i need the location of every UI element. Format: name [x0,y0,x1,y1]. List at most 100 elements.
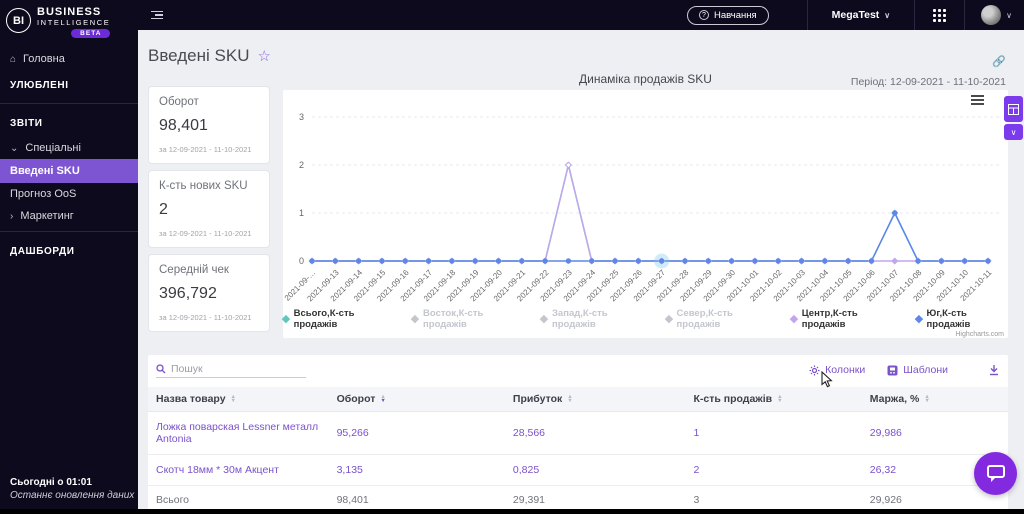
share-link-icon[interactable]: 🔗 [992,56,1006,68]
legend-item[interactable]: Всього,К-сть продажів [281,308,394,330]
legend-item[interactable]: Север,К-сть продажів [664,308,773,330]
sku-table-panel: Колонки Шаблони [148,355,1008,514]
chart-table-view-button[interactable] [1004,96,1023,122]
legend-marker-icon [914,314,923,324]
kpi-value: 98,401 [159,117,208,134]
sidebar-item-label: Маркетинг [20,210,74,222]
chat-widget-button[interactable] [974,452,1017,495]
chart-panel: 0 1 2 3 2021-09-… 2021-09-13 2021-09-14 2021-09… [281,90,1023,338]
cell-product-name[interactable]: Скотч 18мм * 30м Акцент [148,454,329,486]
sort-icon: ▲ ▼ [924,394,930,404]
favorite-star-icon[interactable]: ☆ [257,47,270,65]
sidebar-item-label: Головна [23,53,65,65]
legend-label: Всього,К-сть продажів [293,308,355,330]
kpi-value: 396,792 [159,285,217,302]
legend-label: Север,К-сть продажів [676,308,733,330]
topbar: ? Навчання MegaTest ∨ ∨ [138,0,1024,30]
sidebar-section-reports[interactable]: ЗВІТИ [0,108,138,137]
home-icon: ⌂ [10,53,17,65]
column-header-profit[interactable]: Прибуток ▲ ▼ [504,387,686,412]
chevron-down-icon: ∨ [1010,127,1017,137]
question-icon: ? [698,10,709,20]
cell-profit: 0,825 [504,454,686,486]
legend-marker-icon [789,314,799,324]
brand-line1: BUSINESS [37,6,102,18]
table-row[interactable]: Ложка поварская Lessner металл Antonia 9… [148,411,1008,455]
kpi-card-avg-check: Середній чек 396,792 за 12-09-2021 - 11-… [148,254,270,332]
columns-button[interactable]: Колонки [809,364,865,376]
templates-label: Шаблони [903,364,948,376]
cell-turnover: 95,266 [328,411,505,455]
legend-label: Запад,К-сть продажів [551,308,608,330]
training-label: Навчання [713,9,757,21]
table-row[interactable]: Скотч 18мм * 30м Акцент 3,135 0,825 2 26… [148,454,1008,486]
templates-button[interactable]: Шаблони [887,364,948,376]
column-label: Оборот [336,393,376,405]
cell-turnover: 3,135 [328,454,505,486]
legend-marker-icon [281,314,290,324]
kpi-card-turnover: Оборот 98,401 за 12-09-2021 - 11-10-2021 [148,86,270,164]
sidebar-item-entered-sku[interactable]: Введені SKU [0,159,138,183]
sidebar-item-label: Спеціальні [25,142,81,154]
legend-item[interactable]: Центр,К-сть продажів [789,308,898,330]
sidebar-item-oos-forecast[interactable]: Прогноз OoS [0,183,138,205]
kpi-value: 2 [159,201,168,218]
legend-label: Центр,К-сть продажів [801,308,858,330]
sort-icon: ▲ ▼ [230,394,236,404]
bi-logo-icon: BI [6,8,31,33]
kpi-cards: Оборот 98,401 за 12-09-2021 - 11-10-2021… [148,86,270,338]
svg-text:0: 0 [299,256,304,266]
kpi-caption: за 12-09-2021 - 11-10-2021 [159,229,252,238]
sidebar-item-special[interactable]: ⌄ Спеціальні [0,137,138,159]
sidebar-item-marketing[interactable]: › Маркетинг [0,205,138,227]
sidebar-nav: ⌂ Головна УЛЮБЛЕНІ ЗВІТИ ⌄ Спеціальні Вв… [0,48,138,265]
kpi-caption: за 12-09-2021 - 11-10-2021 [159,145,252,154]
cell-product-name[interactable]: Ложка поварская Lessner металл Antonia [148,411,329,455]
user-menu[interactable]: ∨ [965,5,1024,25]
brand-logo: BI BUSINESS INTELLIGENCE BETA [0,0,138,40]
cell-margin: 29,986 [861,411,1008,455]
kpi-title: К-сть нових SKU [159,180,248,192]
kpi-title: Середній чек [159,264,229,276]
sort-icon: ▲ ▼ [777,394,783,404]
training-button[interactable]: ? Навчання [686,5,769,25]
chevron-down-icon: ⌄ [10,142,19,154]
refresh-caption: Останнє оновлення даних [10,490,135,501]
sidebar-item-label: Прогноз OoS [10,188,77,200]
account-dropdown[interactable]: MegaTest ∨ [808,9,915,21]
chart-context-menu-icon[interactable] [971,95,984,105]
column-header-margin[interactable]: Маржа, % ▲ ▼ [861,387,1008,412]
cell-sales-count: 2 [685,454,862,486]
highcharts-credit[interactable]: Highcharts.com [955,331,1004,338]
column-label: Назва товару [156,393,226,405]
column-header-name[interactable]: Назва товару ▲ ▼ [148,387,329,412]
sidebar: BI BUSINESS INTELLIGENCE BETA ⌂ Головна … [0,0,138,509]
apps-grid-icon[interactable] [915,8,964,22]
svg-text:1: 1 [299,208,304,218]
sidebar-section-favorites[interactable]: УЛЮБЛЕНІ [0,70,138,99]
legend-item[interactable]: Юг,К-сть продажів [914,308,1008,330]
legend-item[interactable]: Запад,К-сть продажів [540,308,648,330]
sort-icon: ▲ ▼ [567,394,573,404]
column-header-sales-count[interactable]: К-сть продажів ▲ ▼ [685,387,862,412]
account-name: MegaTest [831,9,880,21]
data-refresh-info: Сьогодні о 01:01 Останнє оновлення даних [10,477,134,501]
sidebar-collapse-icon[interactable] [151,10,163,20]
sku-dynamics-chart[interactable]: 01232021-09-…2021-09-132021-09-142021-09… [283,90,1004,314]
svg-text:2: 2 [299,160,304,170]
search-input[interactable] [171,362,291,375]
columns-label: Колонки [825,364,866,376]
sidebar-item-home[interactable]: ⌂ Головна [0,48,138,70]
brand-line2: INTELLIGENCE [37,18,111,27]
page-title: Введені SKU [148,46,250,65]
legend-item[interactable]: Восток,К-сть продажів [411,308,523,330]
legend-marker-icon [664,314,673,324]
divider [0,103,138,104]
column-header-turnover[interactable]: Оборот ▲ ▼ [328,387,505,412]
legend-marker-icon [540,314,549,324]
chart-collapse-button[interactable]: ∨ [1004,124,1023,140]
kpi-caption: за 12-09-2021 - 11-10-2021 [159,313,252,322]
sidebar-section-dashboards[interactable]: ДАШБОРДИ [0,236,138,265]
download-button[interactable] [988,364,1000,376]
search-icon [156,363,166,373]
